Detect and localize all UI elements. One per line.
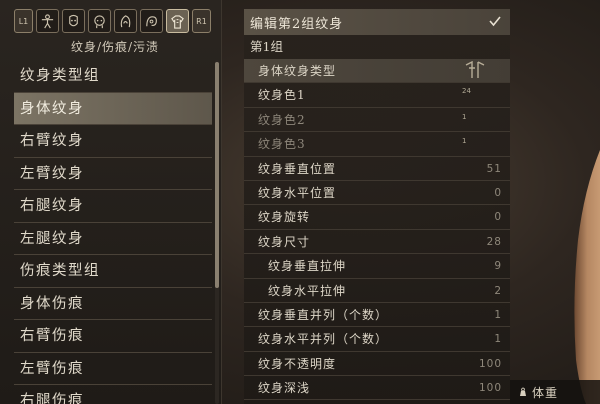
row-value: 2 xyxy=(494,284,502,297)
category-item-body-tattoo[interactable]: 身体纹身 xyxy=(14,92,212,125)
category-item-left-arm-scar[interactable]: 左臂伤痕 xyxy=(14,353,212,385)
category-item-body-scar[interactable]: 身体伤痕 xyxy=(14,288,212,320)
category-item-scar-type-group[interactable]: 伤痕类型组 xyxy=(14,255,212,288)
category-item-left-leg-tattoo[interactable]: 左腿纹身 xyxy=(14,223,212,255)
row-label: 纹身不透明度 xyxy=(258,356,337,371)
row-tattoo-horizontal-repeat[interactable]: 纹身水平并列（个数） 1 xyxy=(244,327,510,352)
row-label: 纹身水平位置 xyxy=(258,185,337,200)
tattoo-settings-panel: 编辑第2组纹身 第1组 身体纹身类型 纹身色1 纹身色2 纹身色3 纹身垂直位置… xyxy=(244,9,510,404)
row-label: 纹身色1 xyxy=(258,88,306,103)
row-label: 纹身垂直位置 xyxy=(258,161,337,176)
category-item-right-arm-tattoo[interactable]: 右臂纹身 xyxy=(14,125,212,158)
tab-hair[interactable] xyxy=(114,9,137,33)
tab-bar: L1 R1 xyxy=(14,8,214,34)
row-tattoo-depth[interactable]: 纹身深浅 100 xyxy=(244,376,510,401)
row-label: 纹身色3 xyxy=(258,137,306,152)
character-body-preview[interactable] xyxy=(560,0,600,404)
category-item-right-leg-scar[interactable]: 右腿伤痕 xyxy=(14,385,212,404)
head-icon xyxy=(94,14,105,28)
row-value: 1 xyxy=(494,333,502,346)
row-label: 纹身水平并列（个数） xyxy=(258,332,389,347)
category-item-tattoo-type-group[interactable]: 纹身类型组 xyxy=(14,60,212,93)
figure-icon xyxy=(41,13,54,28)
category-panel: L1 R1 纹身/伤痕/污渍 纹身类型组 身体纹身 右臂纹身 左臂纹身 右腿纹身… xyxy=(0,0,222,404)
row-value: 28 xyxy=(486,235,502,248)
category-title: 纹身/伤痕/污渍 xyxy=(70,40,160,54)
row-value: 51 xyxy=(486,162,502,175)
body-weight-indicator[interactable]: 体重 xyxy=(510,380,600,404)
row-label: 纹身水平拉伸 xyxy=(268,283,347,298)
row-value: 100 xyxy=(478,357,502,370)
tab-eye[interactable] xyxy=(140,9,163,33)
category-item-right-leg-tattoo[interactable]: 右腿纹身 xyxy=(14,190,212,223)
weight-label: 体重 xyxy=(532,385,559,400)
category-scrollbar-thumb[interactable] xyxy=(215,62,219,288)
category-list: 纹身类型组 身体纹身 右臂纹身 左臂纹身 右腿纹身 左腿纹身 伤痕类型组 身体伤… xyxy=(14,60,212,404)
r1-hint-button[interactable]: R1 xyxy=(192,9,211,33)
checkmark-icon[interactable] xyxy=(488,14,502,28)
l1-hint-button[interactable]: L1 xyxy=(14,9,33,33)
weight-icon xyxy=(520,387,526,396)
category-item-right-arm-scar[interactable]: 右臂伤痕 xyxy=(14,320,212,353)
row-label: 纹身垂直拉伸 xyxy=(268,259,347,274)
row-tattoo-horizontal-position[interactable]: 纹身水平位置 0 xyxy=(244,181,510,206)
row-value: 0 xyxy=(494,186,502,199)
color-palette-preview: 24 1 1 xyxy=(462,61,496,149)
row-value: 0 xyxy=(494,211,502,224)
row-label: 纹身尺寸 xyxy=(258,234,311,249)
row-label: 身体纹身类型 xyxy=(258,64,337,78)
row-tattoo-vertical-stretch[interactable]: 纹身垂直拉伸 9 xyxy=(244,254,510,279)
row-tattoo-opacity[interactable]: 纹身不透明度 100 xyxy=(244,352,510,377)
row-label: 纹身垂直并列（个数） xyxy=(258,307,389,322)
face-icon xyxy=(69,14,78,26)
row-label: 纹身色2 xyxy=(258,112,306,127)
tab-figure[interactable] xyxy=(36,9,59,33)
body-tattoo-icon xyxy=(171,14,184,29)
row-tattoo-size[interactable]: 纹身尺寸 28 xyxy=(244,230,510,255)
row-value: 9 xyxy=(494,260,502,273)
row-value: 1 xyxy=(494,308,502,321)
category-item-left-arm-tattoo[interactable]: 左臂纹身 xyxy=(14,158,212,190)
eye-icon xyxy=(146,15,157,26)
tab-face[interactable] xyxy=(62,9,85,33)
settings-header-title: 编辑第2组纹身 xyxy=(250,16,344,32)
row-tattoo-vertical-position[interactable]: 纹身垂直位置 51 xyxy=(244,157,510,181)
settings-header[interactable]: 编辑第2组纹身 xyxy=(244,9,510,35)
tab-body-markings[interactable] xyxy=(166,9,189,33)
palette-number: 24 xyxy=(462,87,471,95)
row-tattoo-horizontal-stretch[interactable]: 纹身水平拉伸 2 xyxy=(244,279,510,303)
group-title: 第1组 xyxy=(250,39,283,54)
row-label: 纹身旋转 xyxy=(258,210,311,225)
hair-icon xyxy=(120,14,131,27)
row-value: 100 xyxy=(478,382,502,395)
palette-number: 1 xyxy=(462,137,467,145)
row-tattoo-rotation[interactable]: 纹身旋转 0 xyxy=(244,205,510,230)
row-tattoo-vertical-repeat[interactable]: 纹身垂直并列（个数） 1 xyxy=(244,303,510,328)
palette-number: 1 xyxy=(462,113,467,121)
tab-head[interactable] xyxy=(88,9,111,33)
tattoo-pattern-icon xyxy=(465,61,485,78)
row-label: 纹身深浅 xyxy=(258,381,311,396)
